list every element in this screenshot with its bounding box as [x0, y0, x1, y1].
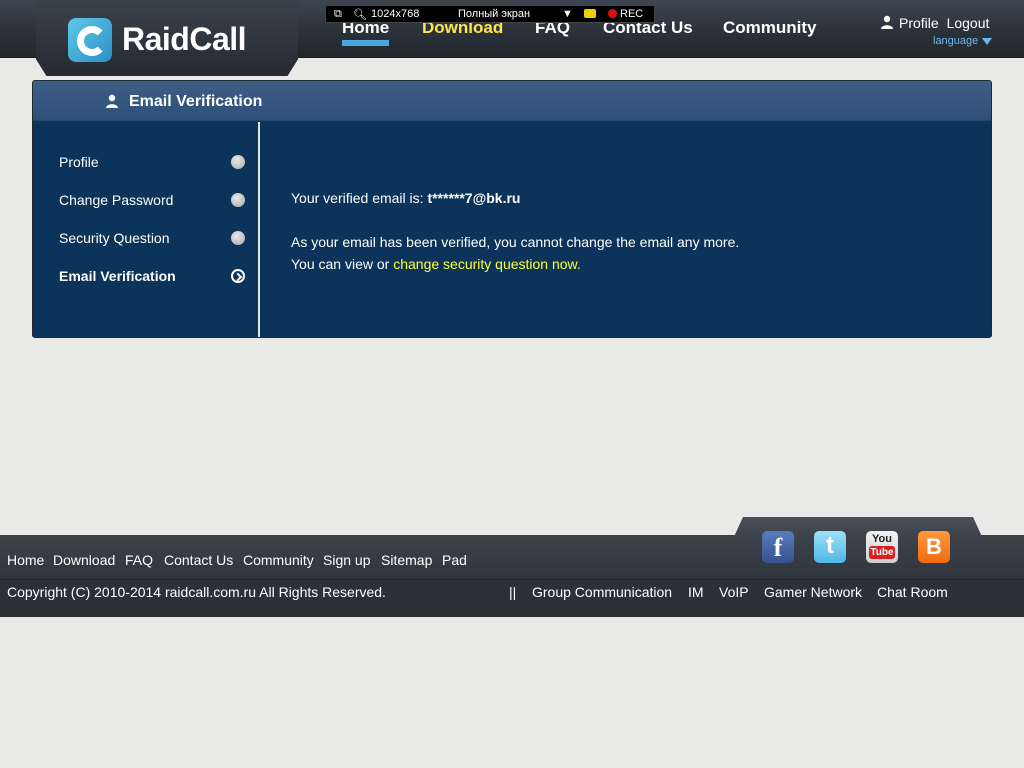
- footer-link-faq[interactable]: FAQ: [125, 552, 153, 568]
- sidebar-item-label: Change Password: [59, 192, 174, 208]
- footer-link-group-communication[interactable]: Group Communication: [532, 584, 672, 600]
- footer-link-sitemap[interactable]: Sitemap: [381, 552, 432, 568]
- change-security-question-link[interactable]: change security question now: [393, 256, 577, 272]
- sidebar-item-label: Profile: [59, 154, 99, 170]
- recorder-mode[interactable]: Полный экран: [458, 8, 530, 20]
- facebook-icon[interactable]: f: [762, 531, 794, 563]
- sidebar-item-change-password[interactable]: Change Password: [59, 192, 245, 208]
- chevron-down-icon: [982, 37, 993, 45]
- rec-label: REC: [620, 8, 644, 20]
- sidebar-item-security-question[interactable]: Security Question: [59, 230, 245, 246]
- panel-title: Email Verification: [129, 93, 263, 110]
- profile-link[interactable]: Profile: [899, 15, 939, 31]
- chevron-right-icon: [231, 269, 245, 283]
- dropdown-arrow-icon[interactable]: ▼: [562, 8, 573, 20]
- verified-email-line: Your verified email is: t******7@bk.ru: [291, 190, 520, 206]
- view-security-line: You can view or change security question…: [291, 256, 581, 272]
- verified-email-value: t******7@bk.ru: [427, 190, 521, 206]
- bullet-icon: [231, 231, 245, 245]
- zoom-icon[interactable]: 🔍︎: [353, 8, 367, 21]
- rec-button[interactable]: REC: [608, 8, 643, 20]
- camera-icon[interactable]: [584, 8, 596, 20]
- window-restore-icon[interactable]: ⧉: [334, 8, 342, 21]
- bullet-icon: [231, 193, 245, 207]
- copyright-text: Copyright (C) 2010-2014 raidcall.com.ru …: [7, 584, 386, 600]
- screen-recorder-bar: ⧉ 🔍︎ 1024x768 Полный экран ▼ REC: [325, 5, 655, 23]
- footer-link-home[interactable]: Home: [7, 552, 44, 568]
- footer-link-contact-us[interactable]: Contact Us: [164, 552, 233, 568]
- user-icon: [106, 94, 118, 108]
- sidebar-item-profile[interactable]: Profile: [59, 154, 245, 170]
- footer-separator: ||: [509, 584, 517, 600]
- user-links: Profile Logout: [880, 14, 989, 31]
- sidebar-item-label: Email Verification: [59, 268, 176, 284]
- sidebar-item-label: Security Question: [59, 230, 170, 246]
- recorder-resolution: 1024x768: [371, 8, 420, 20]
- sidebar-item-email-verification[interactable]: Email Verification: [59, 268, 245, 284]
- footer-link-download[interactable]: Download: [53, 552, 115, 568]
- email-verification-panel: Email Verification Profile Change Passwo…: [32, 80, 992, 338]
- youtube-top-glyph: You: [872, 533, 892, 545]
- nav-community[interactable]: Community: [723, 18, 817, 38]
- logout-link[interactable]: Logout: [947, 15, 990, 31]
- footer-link-pad[interactable]: Pad: [442, 552, 467, 568]
- twitter-icon[interactable]: t: [814, 531, 846, 563]
- record-dot-icon: [608, 9, 617, 18]
- panel-header: Email Verification: [33, 81, 991, 121]
- verified-email-label: Your verified email is:: [291, 190, 428, 206]
- user-icon: [881, 15, 893, 29]
- language-selector[interactable]: language: [933, 35, 993, 47]
- bullet-icon: [231, 155, 245, 169]
- footer-link-chat-room[interactable]: Chat Room: [877, 584, 948, 600]
- youtube-bottom-glyph: Tube: [869, 546, 895, 559]
- view-suffix: .: [576, 256, 581, 272]
- verified-notice: As your email has been verified, you can…: [291, 234, 740, 250]
- twitter-glyph: t: [826, 532, 834, 559]
- footer-link-community[interactable]: Community: [243, 552, 314, 568]
- raidcall-logo-icon[interactable]: [68, 18, 112, 62]
- brand-name[interactable]: RaidCall: [122, 21, 247, 58]
- blogger-icon[interactable]: B: [918, 531, 950, 563]
- facebook-glyph: f: [773, 533, 783, 562]
- account-sidebar: Profile Change Password Security Questio…: [33, 122, 260, 337]
- footer-link-gamer-network[interactable]: Gamer Network: [764, 584, 862, 600]
- footer-link-im[interactable]: IM: [688, 584, 704, 600]
- footer-link-voip[interactable]: VoIP: [719, 584, 749, 600]
- youtube-icon[interactable]: You Tube: [866, 531, 898, 563]
- language-label: language: [933, 35, 979, 47]
- footer-link-sign-up[interactable]: Sign up: [323, 552, 370, 568]
- view-prefix: You can view or: [291, 256, 394, 272]
- blogger-glyph: B: [926, 534, 942, 559]
